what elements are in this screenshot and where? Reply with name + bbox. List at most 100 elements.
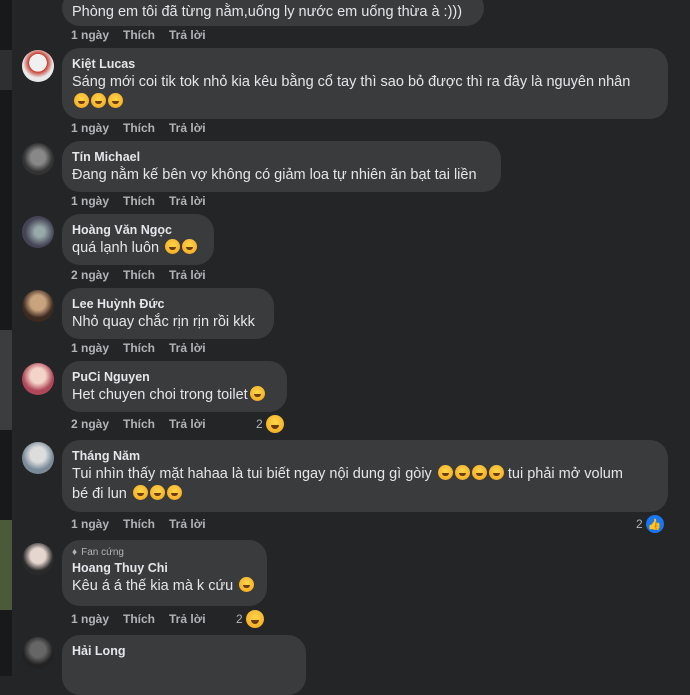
commenter-name[interactable]: Lee Huỳnh Đức <box>72 296 262 312</box>
comment-bubble: Hoàng Văn Ngọc quá lạnh luôn <box>62 214 214 265</box>
comment-actions: 1 ngày Thích Trả lời <box>71 194 206 208</box>
reaction-summary[interactable]: 2 👍 <box>636 515 664 533</box>
comment-bubble: PuCi Nguyen Het chuyen choi trong toilet <box>62 361 287 412</box>
comment-text-row: Tui nhìn thấy mặt hahaa là tui biết ngay… <box>72 464 656 484</box>
comment-bubble: ♦ Fan cứng Hoang Thuy Chi Kêu á á thế kia… <box>62 540 267 606</box>
reaction-summary[interactable]: 2 <box>236 610 264 628</box>
comment-text-row: quá lạnh luôn <box>72 238 202 258</box>
commenter-name[interactable]: Hải Long <box>72 643 294 659</box>
laugh-emoji-icon <box>488 465 504 480</box>
avatar[interactable] <box>22 637 54 669</box>
laugh-emoji-icon <box>239 577 255 592</box>
fan-label: Fan cứng <box>81 547 124 558</box>
like-link[interactable]: Thích <box>123 28 155 42</box>
reply-link[interactable]: Trả lời <box>169 28 206 42</box>
avatar[interactable] <box>22 363 54 395</box>
comment-bubble: Phòng em tôi đã từng nằm,uống ly nước em… <box>62 0 484 26</box>
reply-link[interactable]: Trả lời <box>169 517 206 531</box>
like-link[interactable]: Thích <box>123 517 155 531</box>
comment-bubble: Tháng Năm Tui nhìn thấy mặt hahaa là tui… <box>62 440 668 512</box>
commenter-name[interactable]: Kiệt Lucas <box>72 56 656 72</box>
reaction-count: 2 <box>236 612 243 626</box>
comment-text-row: Kêu á á thế kia mà k cứu <box>72 576 255 596</box>
comment-emojis <box>72 92 656 112</box>
laugh-emoji-icon <box>165 239 181 254</box>
grin-emoji-icon <box>132 485 148 500</box>
laugh-emoji-icon <box>437 465 453 480</box>
comment-text-2: bé đi lun <box>72 486 127 502</box>
comment-actions: 1 ngày Thích Trả lời <box>71 517 206 531</box>
like-link[interactable]: Thích <box>123 612 155 626</box>
comment-actions: 1 ngày Thích Trả lời <box>71 121 206 135</box>
commenter-name[interactable]: Hoàng Văn Ngọc <box>72 222 202 238</box>
reaction-summary[interactable]: 2 <box>256 415 284 433</box>
comment-actions: 1 ngày Thích Trả lời <box>71 612 206 626</box>
diamond-icon: ♦ <box>72 547 78 558</box>
comment-text: Sáng mới coi tik tok nhỏ kia kêu bằng cổ… <box>72 74 631 90</box>
like-link[interactable]: Thích <box>123 121 155 135</box>
comment-time[interactable]: 1 ngày <box>71 517 109 531</box>
laugh-emoji-icon <box>74 93 89 108</box>
avatar[interactable] <box>22 50 54 82</box>
comment-text: quá lạnh luôn <box>72 240 160 256</box>
laugh-emoji-icon <box>454 465 470 480</box>
comment-text-row: Het chuyen choi trong toilet <box>72 385 275 405</box>
comment-actions: 1 ngày Thích Trả lời <box>71 341 206 355</box>
reply-link[interactable]: Trả lời <box>169 612 206 626</box>
comment-text: Kêu á á thế kia mà k cứu <box>72 578 234 594</box>
comment-bubble: Lee Huỳnh Đức Nhỏ quay chắc rịn rịn rồi … <box>62 288 274 339</box>
comment-time[interactable]: 1 ngày <box>71 121 109 135</box>
comment-bubble: Kiệt Lucas Sáng mới coi tik tok nhỏ kia … <box>62 48 668 119</box>
avatar[interactable] <box>22 290 54 322</box>
commenter-name[interactable]: Tháng Năm <box>72 448 656 464</box>
comment-time[interactable]: 1 ngày <box>71 612 109 626</box>
reaction-count: 2 <box>256 417 263 431</box>
laugh-emoji-icon <box>108 93 123 108</box>
reply-link[interactable]: Trả lời <box>169 194 206 208</box>
like-link[interactable]: Thích <box>123 417 155 431</box>
comment-text-line2: bé đi lun <box>72 484 656 504</box>
laugh-emoji-icon <box>471 465 487 480</box>
comment-text: Đang nằm kế bên vợ không có giảm loa tự … <box>72 167 477 183</box>
laugh-emoji-icon <box>91 93 106 108</box>
comment-text: Nhỏ quay chắc rịn rịn rồi kkk <box>72 314 255 330</box>
commenter-name[interactable]: Tín Michael <box>72 149 489 165</box>
comment-bubble: Tín Michael Đang nằm kế bên vợ không có … <box>62 141 501 192</box>
reply-link[interactable]: Trả lời <box>169 268 206 282</box>
comment-time[interactable]: 2 ngày <box>71 268 109 282</box>
comment-time[interactable]: 1 ngày <box>71 194 109 208</box>
comment-text-after: tui phải mở volum <box>507 466 623 482</box>
commenter-name[interactable]: PuCi Nguyen <box>72 369 275 385</box>
avatar[interactable] <box>22 442 54 474</box>
like-icon: 👍 <box>645 515 664 533</box>
like-link[interactable]: Thích <box>123 341 155 355</box>
left-page-edge <box>0 0 12 676</box>
laugh-emoji-icon <box>182 239 198 254</box>
comment-actions: 2 ngày Thích Trả lời <box>71 417 206 431</box>
reply-link[interactable]: Trả lời <box>169 341 206 355</box>
haha-icon <box>245 610 264 628</box>
avatar[interactable] <box>22 216 54 248</box>
comment-actions: 2 ngày Thích Trả lời <box>71 268 206 282</box>
like-link[interactable]: Thích <box>123 194 155 208</box>
comment-text: Het chuyen choi trong toilet <box>72 387 248 403</box>
grin-emoji-icon <box>166 485 182 500</box>
comment-text: Phòng em tôi đã từng nằm,uống ly nước em… <box>72 4 463 20</box>
reply-link[interactable]: Trả lời <box>169 121 206 135</box>
like-link[interactable]: Thích <box>123 268 155 282</box>
reaction-count: 2 <box>636 517 643 531</box>
grin-emoji-icon <box>149 485 165 500</box>
comment-time[interactable]: 2 ngày <box>71 417 109 431</box>
reply-link[interactable]: Trả lời <box>169 417 206 431</box>
avatar[interactable] <box>22 543 54 575</box>
eye-roll-emoji-icon <box>249 386 265 401</box>
comment-text: Tui nhìn thấy mặt hahaa là tui biết ngay… <box>72 466 432 482</box>
comment-time[interactable]: 1 ngày <box>71 341 109 355</box>
fan-badge: ♦ Fan cứng <box>72 546 255 560</box>
haha-icon <box>265 415 284 433</box>
commenter-name[interactable]: Hoang Thuy Chi <box>72 560 255 576</box>
avatar[interactable] <box>22 143 54 175</box>
comment-time[interactable]: 1 ngày <box>71 28 109 42</box>
comment-bubble: Hải Long <box>62 635 306 695</box>
comment-actions: 1 ngày Thích Trả lời <box>71 28 206 42</box>
